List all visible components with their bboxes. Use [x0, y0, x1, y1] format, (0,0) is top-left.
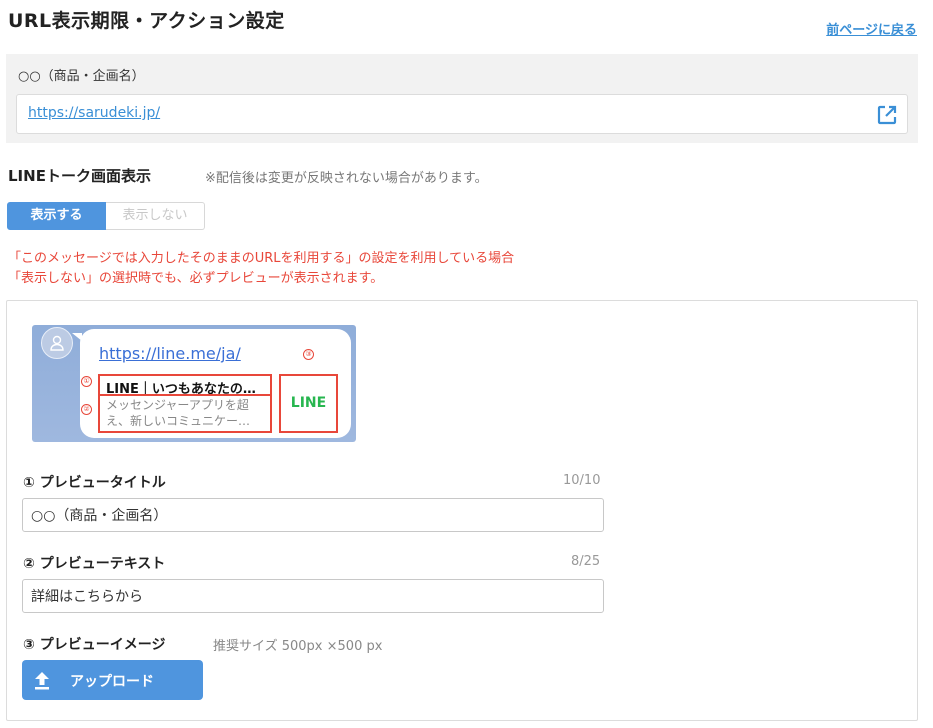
link-preview-image: https://line.me/ja/ LINE｜いつもあなたの… メッセンジャ… [32, 325, 356, 442]
preview-settings-panel: https://line.me/ja/ LINE｜いつもあなたの… メッセンジャ… [6, 300, 918, 721]
marker-3: ③ [303, 349, 314, 360]
preview-text-input[interactable] [22, 579, 604, 613]
warning-line-2: 「表示しない」の選択時でも、必ずプレビューが表示されます。 [8, 271, 384, 286]
talk-display-note: ※配信後は変更が反映されない場合があります。 [205, 171, 488, 186]
preview-title-label: ① プレビュータイトル [23, 475, 166, 491]
page-title: URL表示期限・アクション設定 [8, 10, 285, 32]
upload-label: アップロード [70, 674, 154, 690]
back-link[interactable]: 前ページに戻る [826, 19, 917, 38]
warning-line-1: 「このメッセージでは入力したそのままのURLを利用する」の設定を利用している場合 [8, 251, 515, 266]
url-field: https://sarudeki.jp/ [16, 94, 908, 134]
marker-1: ① [81, 376, 92, 387]
preview-image-hint: 推奨サイズ 500px ×500 px [213, 639, 383, 654]
campaign-name: ○○（商品・企画名） [18, 69, 145, 84]
preview-card-text: メッセンジャーアプリを超え、新しいコミュニケー… [98, 396, 272, 433]
display-toggle: 表示する 表示しない [7, 202, 205, 230]
url-link[interactable]: https://sarudeki.jp/ [28, 105, 160, 121]
preview-card-title: LINE｜いつもあなたの… [98, 374, 272, 396]
preview-text-counter: 8/25 [571, 554, 601, 569]
preview-link: https://line.me/ja/ [99, 344, 241, 363]
preview-image-label: ③ プレビューイメージ [23, 637, 166, 653]
hide-option[interactable]: 表示しない [106, 202, 205, 230]
avatar [41, 327, 73, 359]
external-link-icon[interactable] [876, 104, 898, 126]
upload-button[interactable]: アップロード [22, 660, 203, 700]
upload-icon [32, 669, 52, 691]
marker-2: ② [81, 404, 92, 415]
preview-title-counter: 10/10 [563, 473, 601, 488]
preview-title-input[interactable] [22, 498, 604, 532]
talk-display-label: LINEトーク画面表示 [8, 167, 151, 185]
preview-text-label: ② プレビューテキスト [23, 556, 166, 572]
preview-card-image: LINE [279, 374, 338, 433]
user-icon [50, 335, 64, 351]
url-section: ○○（商品・企画名） https://sarudeki.jp/ [6, 54, 918, 143]
chat-bubble: https://line.me/ja/ LINE｜いつもあなたの… メッセンジャ… [80, 329, 351, 438]
show-option[interactable]: 表示する [7, 202, 106, 230]
